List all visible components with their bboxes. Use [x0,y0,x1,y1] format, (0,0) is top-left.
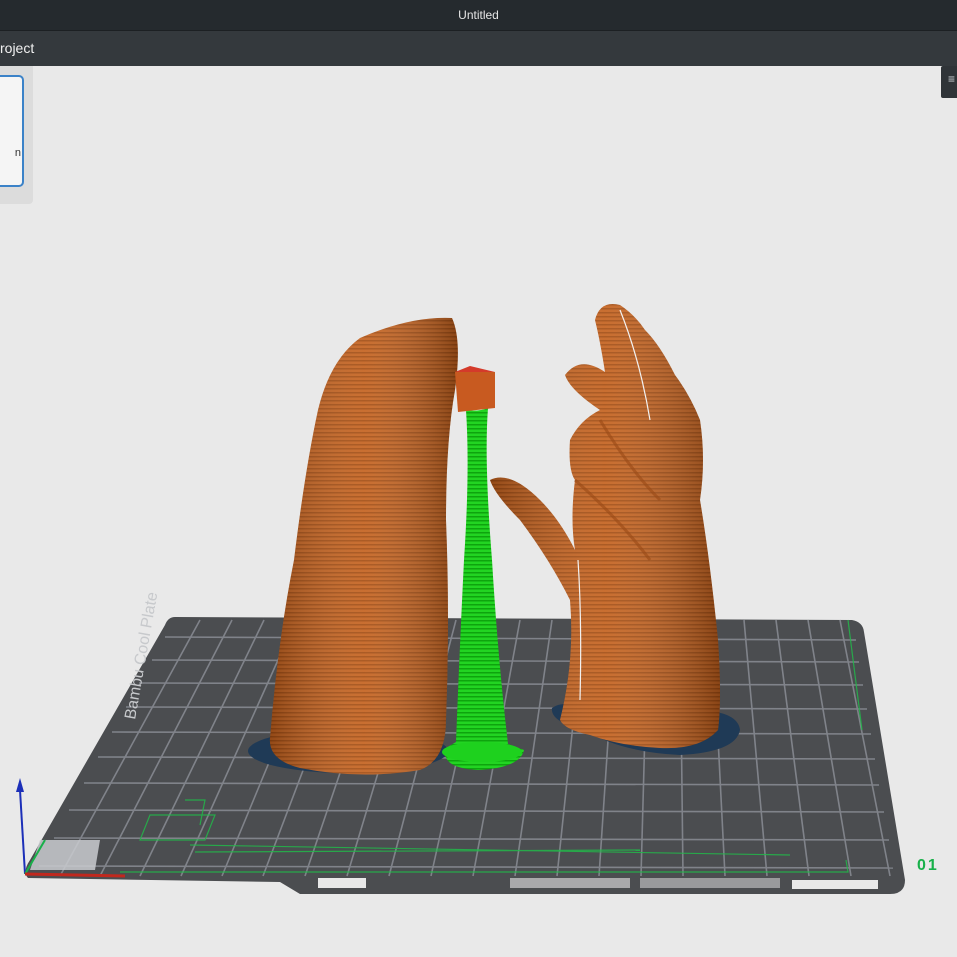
3d-viewport[interactable]: Bambu Cool Plate [0,66,957,957]
window-title-bar: Untitled [0,0,957,30]
menu-bar: roject [0,30,957,66]
plate-number-label: 01 [917,857,939,874]
model-left-thumb [269,317,458,775]
project-menu[interactable]: roject [0,40,34,56]
window-title: Untitled [458,8,499,22]
